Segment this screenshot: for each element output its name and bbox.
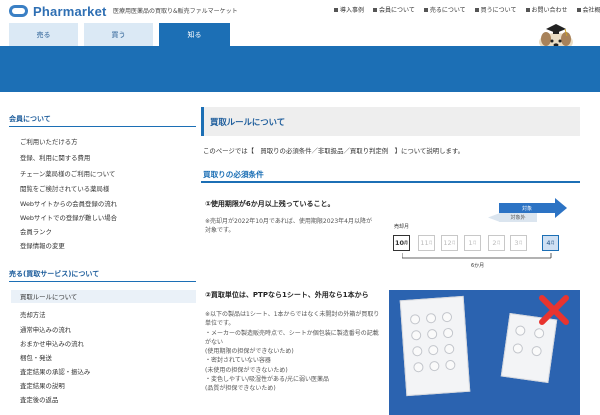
rule-1-note: ※売却月が2022年10月であれば、使用期限2023年4月以降が 対象です。 xyxy=(205,218,372,235)
non-target-arrow: 対象外 xyxy=(499,213,537,222)
month-box: 2月 xyxy=(488,235,505,251)
sidebar-item-assessment[interactable]: 査定結果の説明 xyxy=(20,381,65,390)
sidebar-heading-selling: 売る(買取サービス)について xyxy=(9,270,100,278)
month-box: 11 月 xyxy=(418,235,435,251)
logo-text: Pharmarket xyxy=(33,3,107,19)
sidebar-item-purchase-rules[interactable]: 買取ルールについて xyxy=(11,290,196,303)
sidebar-item-registration-difficult[interactable]: Webサイトでの登録が難しい場合 xyxy=(20,213,117,222)
sidebar-item-sale-method[interactable]: 売却方法 xyxy=(20,310,46,319)
ptp-sheet-photo xyxy=(389,290,580,415)
sidebar-item-returns[interactable]: 査定後の返品 xyxy=(20,395,58,404)
target-arrow: 対象 xyxy=(499,203,555,213)
ptp-sheet xyxy=(399,295,471,397)
sidebar-item-fees[interactable]: 登録、利用に関する費用 xyxy=(20,153,90,162)
top-link-buying[interactable]: 買うについて xyxy=(474,5,517,14)
title-accent-bar xyxy=(201,107,204,136)
top-link-membership[interactable]: 会員について xyxy=(373,5,415,14)
month-box: 10 月 xyxy=(393,235,410,251)
sidebar-item-chain-pharmacy[interactable]: チェーン薬局様のご利用について xyxy=(20,169,115,178)
sidebar-item-normal-flow[interactable]: 通常申込みの流れ xyxy=(20,325,71,334)
divider xyxy=(9,126,196,127)
reject-x-icon xyxy=(539,295,569,325)
main-tabs: 売る 買う 知る xyxy=(0,22,600,46)
bullet-square-icon xyxy=(373,7,378,12)
arrow-head-icon xyxy=(555,198,567,218)
top-link-case-studies[interactable]: 導入事例 xyxy=(334,5,364,14)
sidebar-item-auto-flow[interactable]: おまかせ申込みの流れ xyxy=(20,339,84,348)
page-title-box: 買取ルールについて xyxy=(201,107,580,136)
rule-1-title: ①使用期限が6か月以上残っていること。 xyxy=(205,200,335,208)
section-title: 買取りの必須条件 xyxy=(203,170,264,179)
hero-banner xyxy=(0,46,600,92)
top-link-selling[interactable]: 売るについて xyxy=(423,5,466,14)
tagline: 医療用医薬品の買取り&販売ファルマーケット xyxy=(113,8,238,15)
sidebar-item-change-info[interactable]: 登録情報の変更 xyxy=(20,241,65,250)
arrow-left-icon xyxy=(488,213,500,222)
mascot-dog-icon xyxy=(539,24,573,48)
rule-2-title: ②買取単位は、PTPなら1シート、外用なら1本から xyxy=(205,291,369,299)
sidebar-item-member-rank[interactable]: 会員ランク xyxy=(20,227,52,236)
sidebar-item-eligible-users[interactable]: ご利用いただける方 xyxy=(20,137,78,146)
label-sell-month: 売却月 xyxy=(394,224,410,230)
month-box-target: 4月 xyxy=(542,235,559,251)
section-divider xyxy=(201,181,580,183)
month-box: 3月 xyxy=(510,235,527,251)
top-link-contact[interactable]: お問い合わせ xyxy=(525,5,568,14)
sidebar-item-packing[interactable]: 梱包・発送 xyxy=(20,353,52,362)
label-span: 6か月 xyxy=(471,263,485,269)
tab-buy[interactable]: 買う xyxy=(84,23,153,46)
tab-sell[interactable]: 売る xyxy=(9,23,78,46)
intro-text: このページでは【 買取りの必須条件／非取扱品／買取り判定例 】について説明します… xyxy=(203,147,465,155)
top-links: 導入事例 会員について 売るについて 買うについて お問い合わせ 会社概要 xyxy=(334,5,600,14)
divider xyxy=(9,281,196,282)
bullet-square-icon xyxy=(576,7,581,12)
month-box: 1月 xyxy=(464,235,481,251)
sidebar-heading-membership: 会員について xyxy=(9,115,51,123)
bullet-square-icon xyxy=(423,7,428,12)
logo[interactable]: Pharmarket xyxy=(9,3,107,19)
expiry-diagram: 売却月 対象 対象外 10 月 11 月 12 月 1月 2月 3月 4月 6か月 xyxy=(388,196,580,274)
sidebar-item-approval[interactable]: 査定結果の承認・振込み xyxy=(20,367,90,376)
month-box: 12 月 xyxy=(441,235,458,251)
bullet-square-icon xyxy=(334,7,338,12)
site-header: Pharmarket 医療用医薬品の買取り&販売ファルマーケット 導入事例 会員… xyxy=(0,0,600,22)
sidebar-item-browsing[interactable]: 閲覧をご検討されている薬局様 xyxy=(20,184,109,193)
logo-mark-icon xyxy=(9,4,29,18)
top-link-company[interactable]: 会社概要 xyxy=(576,5,600,14)
rule-2-note: ※以下の製品は1シート、1本からではなく未開封の外箱が買取り 単位です。 ・メー… xyxy=(205,311,380,393)
tab-learn[interactable]: 知る xyxy=(159,23,230,46)
bullet-square-icon xyxy=(525,7,530,12)
bullet-square-icon xyxy=(474,7,479,12)
sidebar-item-web-registration[interactable]: Webサイトからの会員登録の流れ xyxy=(20,199,117,208)
page-title: 買取ルールについて xyxy=(210,117,286,127)
